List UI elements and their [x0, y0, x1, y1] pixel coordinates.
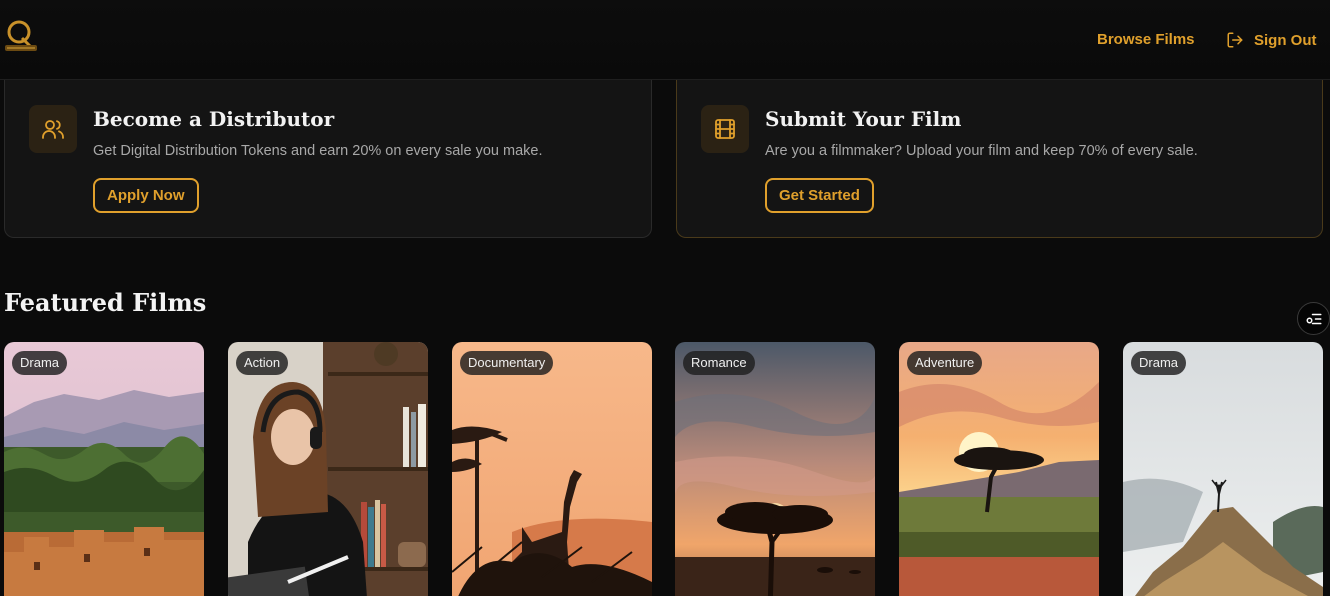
distributor-title: Become a Distributor: [93, 107, 335, 131]
film-card[interactable]: Documentary: [452, 342, 652, 596]
get-started-button[interactable]: Get Started: [765, 178, 874, 213]
film-card[interactable]: Action: [228, 342, 428, 596]
submit-film-card: Submit Your Film Are you a filmmaker? Up…: [676, 80, 1323, 238]
film-card[interactable]: Romance: [675, 342, 875, 596]
film-poster: [899, 342, 1099, 596]
users-icon: [29, 105, 77, 153]
top-header: Browse Films Sign Out: [0, 0, 1330, 80]
sign-out-link[interactable]: Sign Out: [1226, 31, 1317, 49]
featured-films-heading: Featured Films: [4, 288, 207, 317]
sign-out-icon: [1227, 32, 1243, 48]
film-poster: [4, 342, 204, 596]
distributor-card: Become a Distributor Get Digital Distrib…: [4, 80, 652, 238]
filter-button[interactable]: [1297, 302, 1330, 335]
film-poster: [675, 342, 875, 596]
film-poster: [452, 342, 652, 596]
submit-film-description: Are you a filmmaker? Upload your film an…: [765, 143, 1198, 159]
browse-films-link[interactable]: Browse Films: [1097, 31, 1195, 48]
genre-badge: Documentary: [460, 351, 554, 375]
film-card[interactable]: Drama: [1123, 342, 1323, 596]
distributor-description: Get Digital Distribution Tokens and earn…: [93, 143, 543, 159]
film-poster: [1123, 342, 1323, 596]
genre-badge: Romance: [683, 351, 755, 375]
apply-now-button[interactable]: Apply Now: [93, 178, 199, 213]
logo[interactable]: [4, 18, 38, 58]
submit-film-title: Submit Your Film: [765, 107, 962, 131]
filter-icon: [1306, 313, 1321, 324]
film-card[interactable]: Adventure: [899, 342, 1099, 596]
genre-badge: Drama: [1131, 351, 1187, 375]
sign-out-label: Sign Out: [1254, 31, 1317, 49]
genre-badge: Action: [236, 351, 289, 375]
film-icon: [701, 105, 749, 153]
film-card[interactable]: Drama: [4, 342, 204, 596]
film-poster: [228, 342, 428, 596]
genre-badge: Drama: [12, 351, 68, 375]
genre-badge: Adventure: [907, 351, 983, 375]
